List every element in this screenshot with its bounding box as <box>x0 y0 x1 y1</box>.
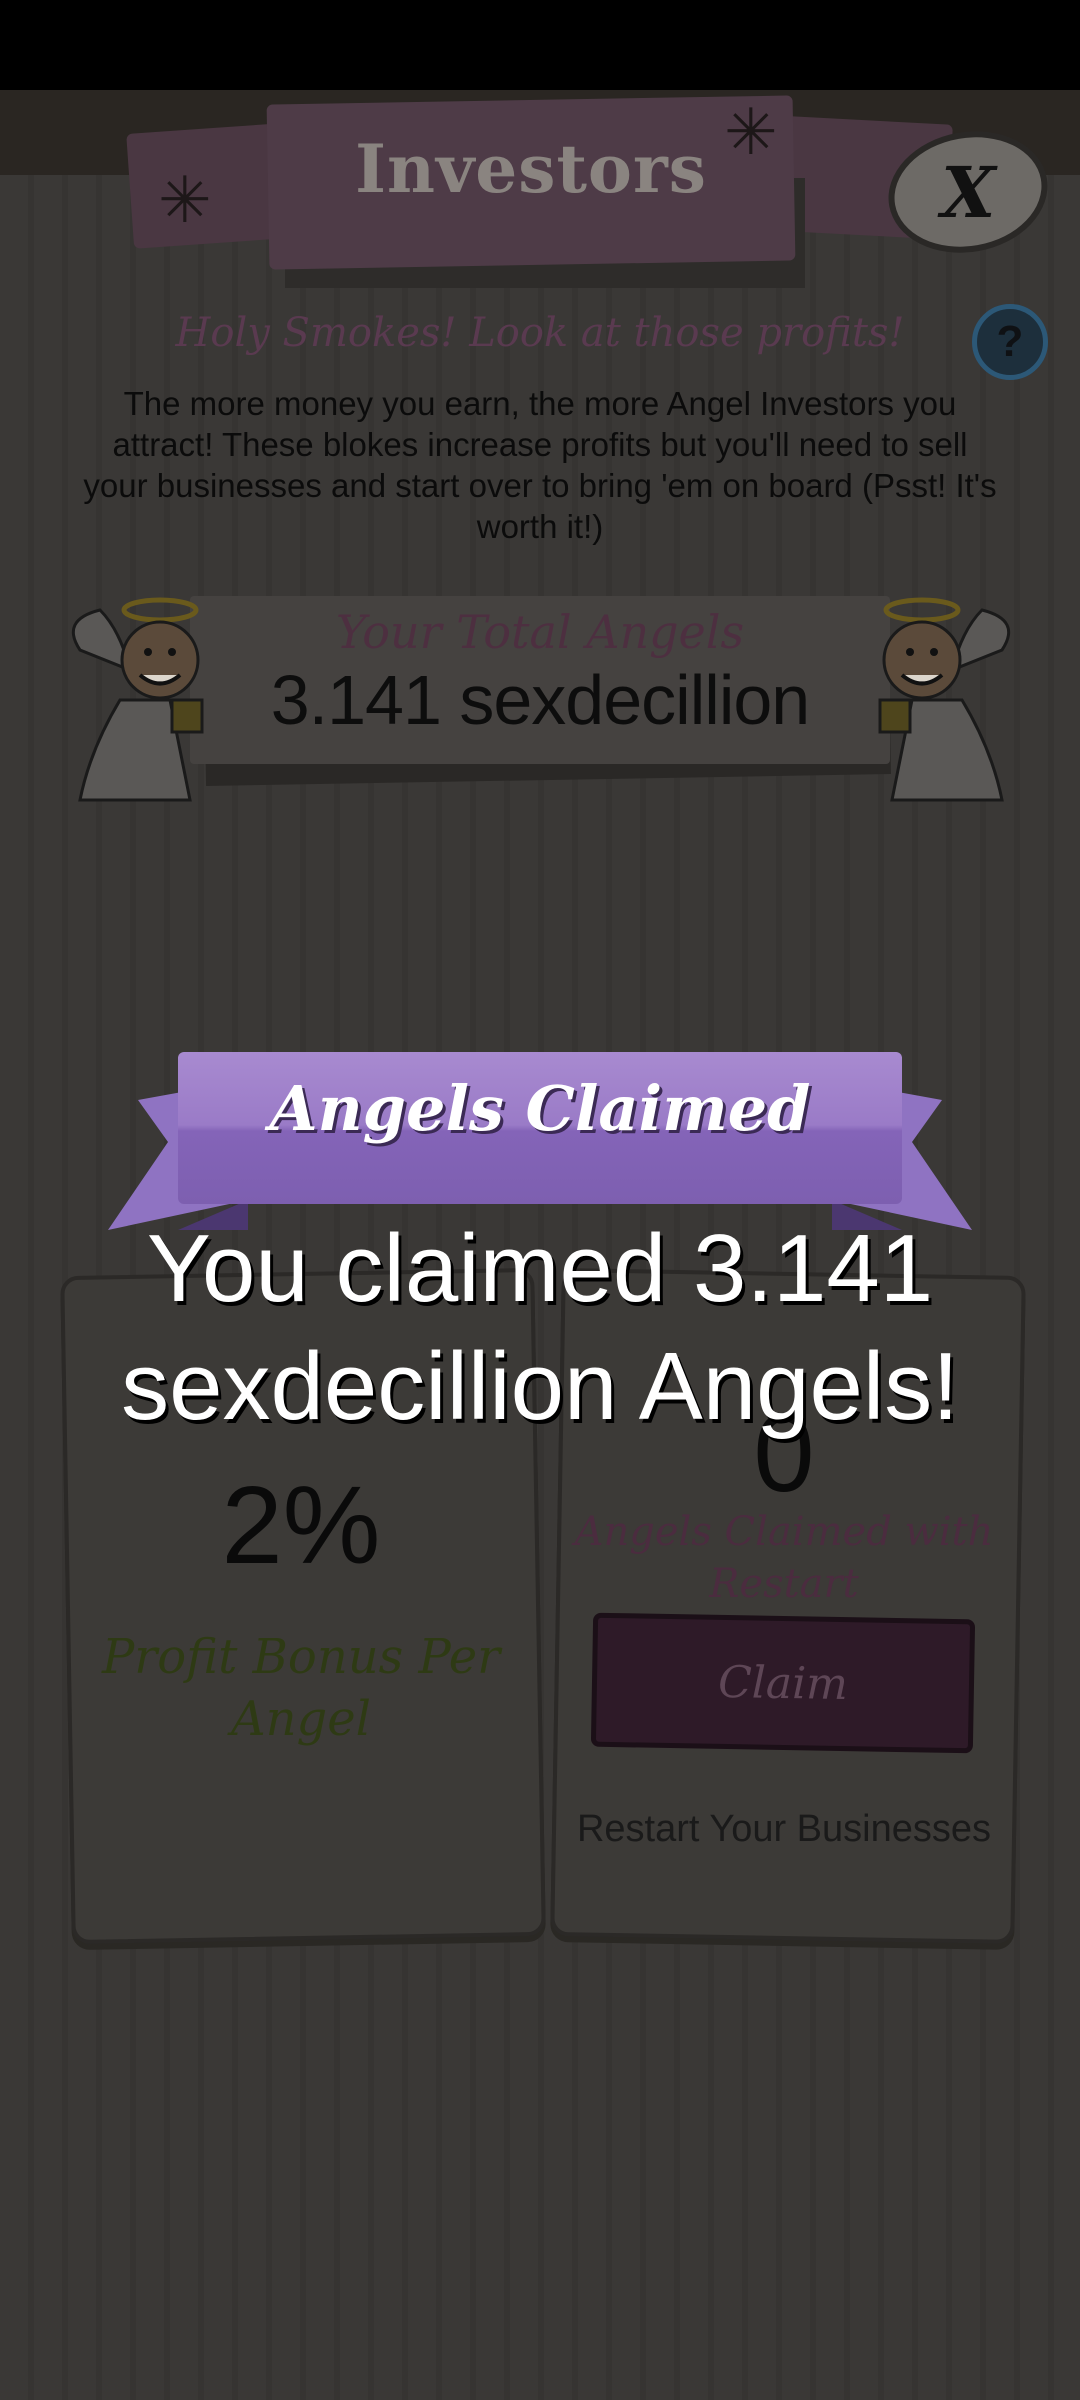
atomic-star-icon: ✳ <box>724 96 778 168</box>
description: The more money you earn, the more Angel … <box>83 385 997 545</box>
page-title: Investors <box>355 130 707 208</box>
angel-mascot-icon <box>71 597 204 802</box>
restart-businesses-label: Restart Your Businesses <box>576 1808 991 1850</box>
total-angels-label: Your Total Angels <box>335 605 745 659</box>
claim-button-label: Claim <box>717 1656 849 1710</box>
claim-button[interactable]: Claim <box>590 1612 976 1754</box>
profit-bonus-label: Profit Bonus Per Angel <box>101 1629 501 1747</box>
total-angels-value: 3.141 sexdecillion <box>270 661 810 739</box>
profit-bonus-value: 2% <box>221 1464 381 1587</box>
atomic-star-icon: ✳ <box>158 164 212 236</box>
angel-mascot-icon <box>878 597 1011 802</box>
status-bar <box>0 0 1080 90</box>
angels-claimed-label: Angels Claimed with Restart <box>574 1509 994 1607</box>
ribbon-title: Angels Claimed <box>269 1072 811 1145</box>
subtitle: Holy Smokes! Look at those profits! <box>175 310 905 356</box>
close-icon: X <box>940 150 996 234</box>
claimed-message: You claimed 3.141 sexdecillion Angels! <box>121 1215 959 1440</box>
